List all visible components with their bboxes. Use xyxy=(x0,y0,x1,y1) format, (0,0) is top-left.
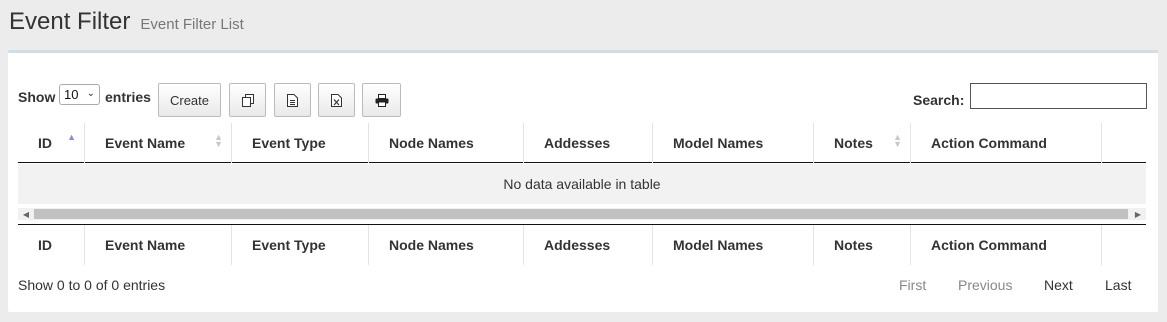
column-header-label: Addesses xyxy=(544,135,611,151)
scroll-left-arrow-icon[interactable]: ◀ xyxy=(18,208,34,220)
footer-column-event-name: Event Name xyxy=(85,225,232,265)
column-header-action-command[interactable]: Action Command xyxy=(911,123,1102,163)
column-header-label: Model Names xyxy=(673,135,764,151)
column-header-label: ID xyxy=(38,135,52,151)
column-header-label: Node Names xyxy=(389,135,474,151)
column-header-id[interactable]: ID ▲▼ xyxy=(18,123,85,163)
footer-column-notes: Notes xyxy=(814,225,911,265)
search-label: Search: xyxy=(913,92,965,108)
column-header-label: Event Type xyxy=(252,135,326,151)
page-header: Event Filter Event Filter List xyxy=(9,8,244,40)
footer-column-label: Event Type xyxy=(252,237,326,253)
entries-per-page-select[interactable]: 10 ⌄ xyxy=(59,84,100,105)
csv-file-icon xyxy=(287,93,298,107)
print-icon xyxy=(375,93,389,107)
footer-column-label: Model Names xyxy=(673,237,764,253)
column-header-event-name[interactable]: Event Name ▲ ▼ xyxy=(85,123,232,163)
page-title: Event Filter xyxy=(9,8,131,35)
column-header-label: Notes xyxy=(834,135,873,151)
column-header-node-names[interactable]: Node Names xyxy=(369,123,524,163)
event-filter-panel: Show 10 ⌄ entries Create Search: ID ▲▼ xyxy=(8,50,1158,312)
length-label-after: entries xyxy=(105,89,151,105)
column-header-label: Action Command xyxy=(931,135,1047,151)
scrollbar-thumb[interactable] xyxy=(34,209,1128,219)
column-header-addesses[interactable]: Addesses xyxy=(524,123,653,163)
footer-column-event-type: Event Type xyxy=(232,225,369,265)
copy-button[interactable] xyxy=(229,83,266,117)
copy-icon xyxy=(241,93,254,107)
footer-column-label: Node Names xyxy=(389,237,474,253)
footer-column-label: ID xyxy=(38,237,52,253)
footer-column-action-command: Action Command xyxy=(911,225,1102,265)
create-button[interactable]: Create xyxy=(158,83,221,117)
scroll-right-arrow-icon[interactable]: ▶ xyxy=(1130,208,1146,220)
column-header-label: Event Name xyxy=(105,135,186,151)
pagination-next[interactable]: Next xyxy=(1044,277,1073,293)
pagination-last[interactable]: Last xyxy=(1105,277,1131,293)
pagination-first[interactable]: First xyxy=(899,277,926,293)
excel-file-icon xyxy=(331,93,342,107)
column-header-event-type[interactable]: Event Type xyxy=(232,123,369,163)
horizontal-scrollbar[interactable]: ◀ ▶ xyxy=(18,208,1146,220)
table-footer-row: ID Event Name Event Type Node Names Adde… xyxy=(18,224,1146,265)
page-subtitle: Event Filter List xyxy=(140,16,244,33)
length-label-before: Show xyxy=(18,89,56,105)
empty-message: No data available in table xyxy=(503,176,661,192)
pagination-previous[interactable]: Previous xyxy=(958,277,1012,293)
footer-column-label: Notes xyxy=(834,237,873,253)
footer-column-model-names: Model Names xyxy=(653,225,814,265)
excel-button[interactable] xyxy=(318,83,355,117)
search-input[interactable] xyxy=(970,83,1147,109)
footer-column-id: ID xyxy=(18,225,85,265)
create-button-label: Create xyxy=(169,92,210,108)
footer-column-label: Event Name xyxy=(105,237,186,253)
footer-column-node-names: Node Names xyxy=(369,225,524,265)
footer-column-label: Action Command xyxy=(931,237,1047,253)
table-info: Show 0 to 0 of 0 entries xyxy=(18,277,166,293)
column-header-model-names[interactable]: Model Names xyxy=(653,123,814,163)
csv-button[interactable] xyxy=(274,83,311,117)
chevron-down-icon: ⌄ xyxy=(86,88,95,99)
column-header-notes[interactable]: Notes ▲ ▼ xyxy=(814,123,911,163)
print-button[interactable] xyxy=(362,83,401,117)
table-empty-row: No data available in table xyxy=(18,164,1146,204)
entries-per-page-value: 10 xyxy=(64,87,79,102)
table-header-row: ID ▲▼ Event Name ▲▼ Event Type Node Name… xyxy=(18,123,1146,163)
sort-both-icon: ▲ ▼ xyxy=(893,132,902,149)
footer-column-label: Addesses xyxy=(544,237,611,253)
sort-asc-icon: ▲▼ xyxy=(67,132,76,142)
sort-both-icon: ▲ ▼ xyxy=(214,132,223,149)
footer-column-addesses: Addesses xyxy=(524,225,653,265)
